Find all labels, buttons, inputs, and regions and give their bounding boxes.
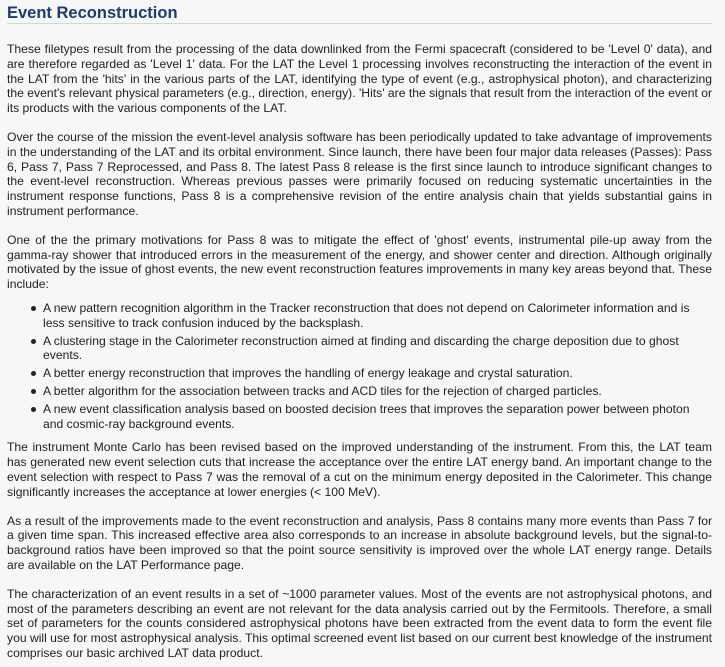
paragraph-monte-carlo: The instrument Monte Carlo has been revi…: [7, 440, 712, 499]
list-item: A better energy reconstruction that impr…: [31, 366, 712, 381]
list-item: A new pattern recognition algorithm in t…: [31, 301, 712, 331]
list-item: A better algorithm for the association b…: [31, 384, 712, 399]
list-item: A new event classification analysis base…: [31, 402, 712, 432]
paragraph-pass8-events: As a result of the improvements made to …: [7, 513, 712, 572]
improvements-list: A new pattern recognition algorithm in t…: [7, 301, 712, 431]
document-page: Event Reconstruction These filetypes res…: [0, 0, 725, 667]
list-item: A clustering stage in the Calorimeter re…: [31, 334, 712, 364]
paragraph-ghost-events: One of the the primary motivations for P…: [7, 232, 712, 292]
page-title: Event Reconstruction: [7, 4, 712, 24]
paragraph-filetypes: These filetypes result from the processi…: [7, 42, 712, 116]
paragraph-event-characterization: The characterization of an event results…: [7, 586, 712, 660]
paragraph-mission-updates: Over the course of the mission the event…: [7, 129, 712, 218]
